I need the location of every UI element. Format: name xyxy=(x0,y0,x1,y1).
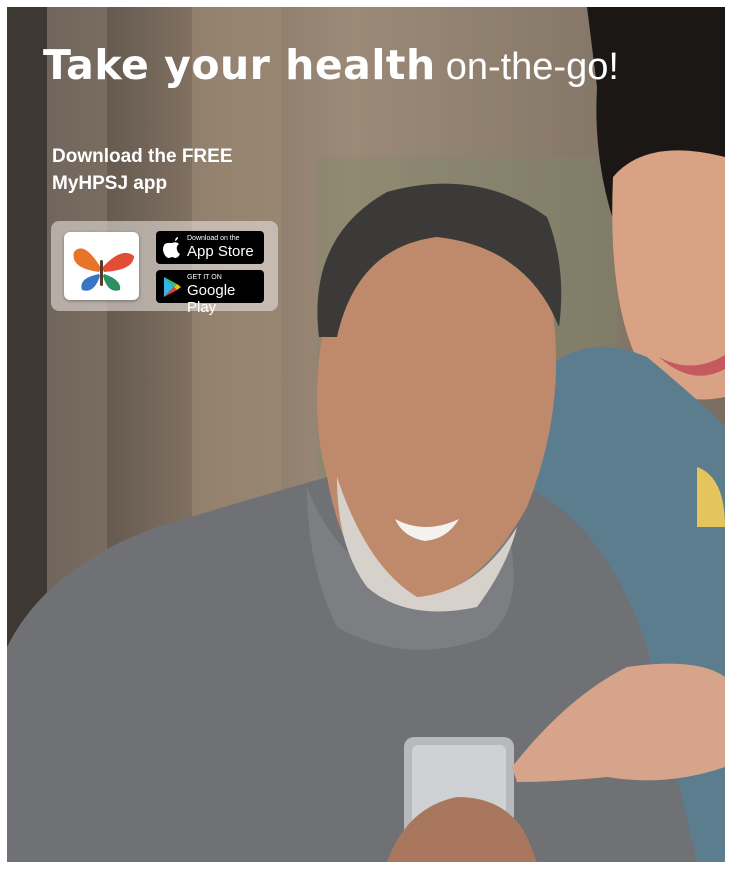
promo-banner: Take your health on-the-go! Download the … xyxy=(7,7,725,862)
app-store-small-text: Download on the xyxy=(187,235,240,242)
google-play-button[interactable]: GET IT ON Google Play xyxy=(156,270,264,316)
headline-plain: on-the-go! xyxy=(445,46,619,88)
download-prompt-line1: Download the FREE xyxy=(52,146,233,167)
headline: Take your health on-the-go! xyxy=(43,41,619,89)
google-play-small-text: GET IT ON xyxy=(187,274,222,281)
app-store-label: App Store xyxy=(187,243,254,260)
download-prompt: Download the FREE MyHPSJ app xyxy=(52,143,233,197)
download-prompt-line2: MyHPSJ app xyxy=(52,173,168,194)
google-play-label: Google Play xyxy=(187,282,236,316)
app-store-button[interactable]: Download on the App Store xyxy=(156,231,264,264)
app-download-panel: Download on the App Store GET IT ON Goog… xyxy=(51,221,278,316)
photo-background xyxy=(7,7,725,862)
butterfly-icon[interactable] xyxy=(64,232,139,300)
google-play-icon xyxy=(164,277,181,297)
headline-script: Take your health xyxy=(43,41,436,89)
apple-icon xyxy=(163,237,180,258)
